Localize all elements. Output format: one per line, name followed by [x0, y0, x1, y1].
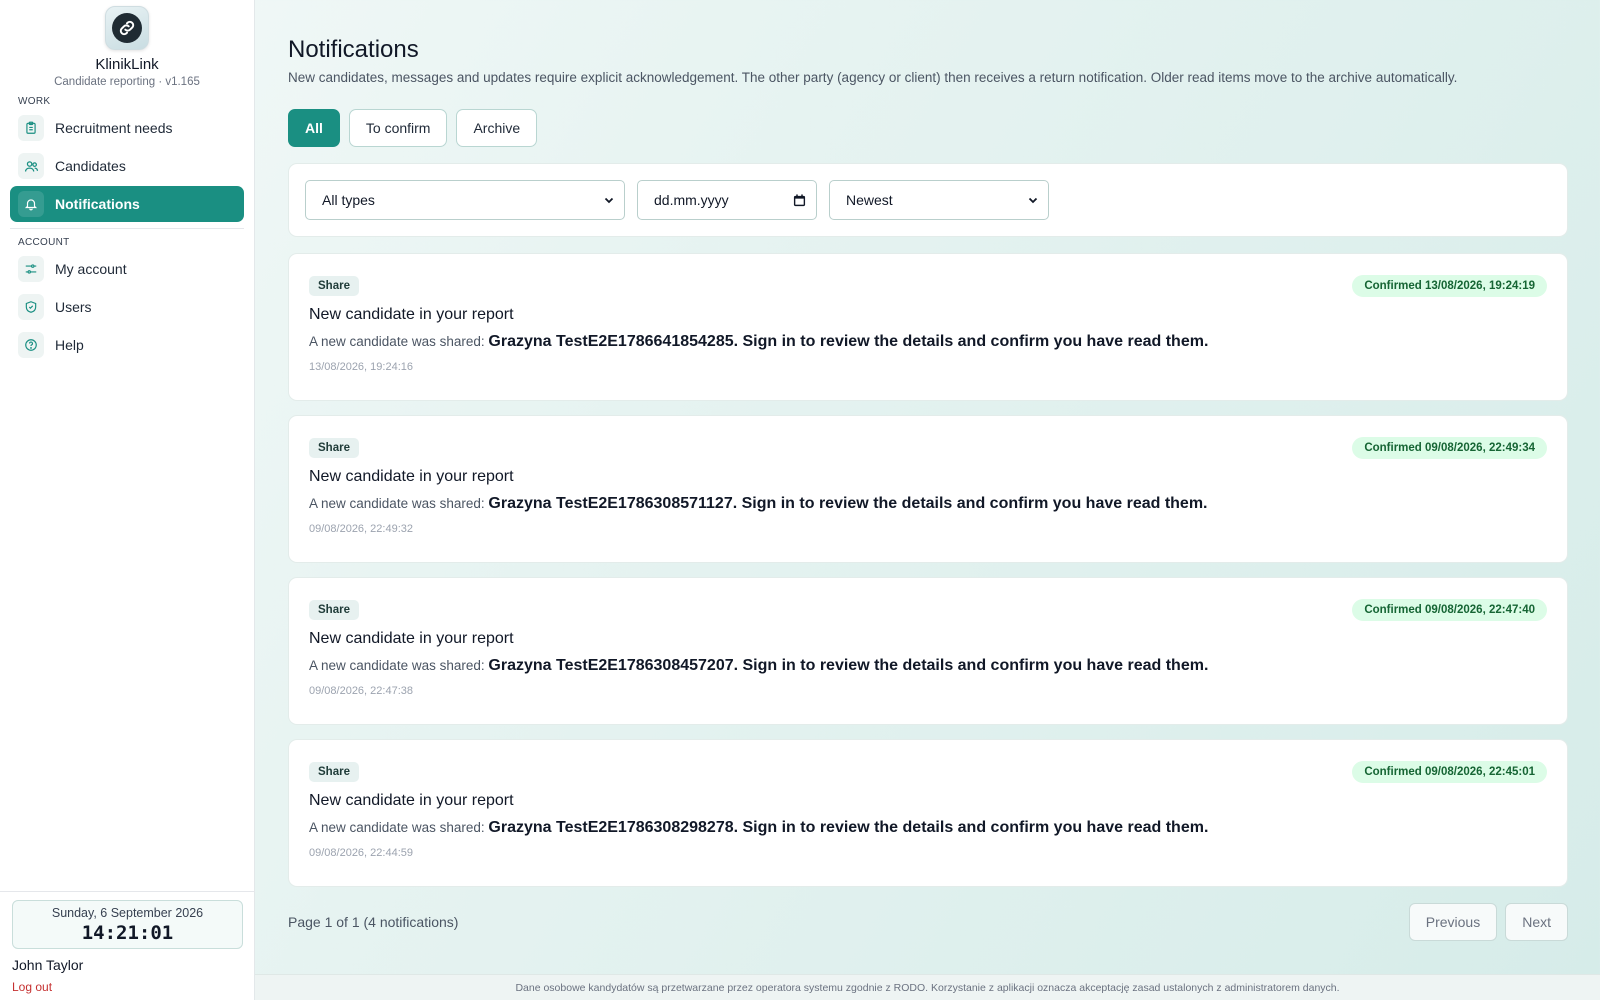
- brand: KlinikLink Candidate reporting · v1.165: [0, 0, 254, 88]
- type-badge: Share: [309, 276, 359, 296]
- notification-card[interactable]: Share Confirmed 09/08/2026, 22:45:01 New…: [288, 739, 1568, 887]
- notification-list: Share Confirmed 13/08/2026, 19:24:19 New…: [288, 253, 1568, 887]
- chevron-down-icon: [1028, 195, 1038, 205]
- notification-body: A new candidate was shared: Grazyna Test…: [309, 495, 1547, 513]
- sidebar-item-users[interactable]: Users: [10, 289, 244, 325]
- notification-prefix: A new candidate was shared:: [309, 658, 485, 673]
- sidebar-item-notifications[interactable]: Notifications: [10, 186, 244, 222]
- notification-body: A new candidate was shared: Grazyna Test…: [309, 657, 1547, 675]
- notification-time: 09/08/2026, 22:47:38: [309, 685, 413, 697]
- sidebar-footer: Sunday, 6 September 2026 14:21:01 John T…: [0, 891, 255, 1000]
- shield-icon: [18, 294, 44, 320]
- sidebar-item-label: Help: [55, 337, 84, 353]
- notification-message: Grazyna TestE2E1786308457207. Sign in to…: [488, 657, 1209, 674]
- status-badge: Confirmed 09/08/2026, 22:47:40: [1352, 599, 1547, 621]
- sort-select-value: Newest: [846, 192, 893, 208]
- user-name: John Taylor: [12, 957, 84, 973]
- section-label-work: WORK: [18, 96, 51, 107]
- date-input-placeholder: dd.mm.yyyy: [654, 192, 729, 208]
- sort-select[interactable]: Newest: [829, 180, 1049, 220]
- clock: Sunday, 6 September 2026 14:21:01: [12, 900, 243, 949]
- notification-title: New candidate in your report: [309, 792, 514, 809]
- notification-body: A new candidate was shared: Grazyna Test…: [309, 819, 1547, 837]
- tab-all[interactable]: All: [288, 109, 340, 147]
- notification-message: Grazyna TestE2E1786308571127. Sign in to…: [488, 495, 1208, 512]
- tab-archive[interactable]: Archive: [456, 109, 538, 147]
- pagination-info: Page 1 of 1 (4 notifications): [288, 914, 459, 930]
- pagination-buttons: Previous Next: [1408, 903, 1568, 941]
- clock-time: 14:21:01: [81, 922, 174, 944]
- filter-bar: All types dd.mm.yyyy Newest: [288, 163, 1568, 237]
- type-select[interactable]: All types: [305, 180, 625, 220]
- page-title: Notifications: [288, 36, 419, 63]
- chevron-down-icon: [604, 195, 614, 205]
- brand-name: KlinikLink: [95, 56, 159, 73]
- help-circle-icon: [18, 332, 44, 358]
- notification-message: Grazyna TestE2E1786308298278. Sign in to…: [488, 819, 1209, 836]
- notification-message: Grazyna TestE2E1786641854285. Sign in to…: [488, 333, 1209, 350]
- tab-to-confirm[interactable]: To confirm: [348, 109, 448, 147]
- type-badge: Share: [309, 600, 359, 620]
- notification-card[interactable]: Share Confirmed 13/08/2026, 19:24:19 New…: [288, 253, 1568, 401]
- sidebar-item-label: Candidates: [55, 158, 126, 174]
- notification-title: New candidate in your report: [309, 630, 514, 647]
- type-select-value: All types: [322, 192, 375, 208]
- divider: [10, 228, 244, 229]
- sidebar-item-label: Notifications: [55, 196, 140, 212]
- notification-prefix: A new candidate was shared:: [309, 820, 485, 835]
- notification-card[interactable]: Share Confirmed 09/08/2026, 22:49:34 New…: [288, 415, 1568, 563]
- clipboard-icon: [18, 115, 44, 141]
- sidebar-item-label: My account: [55, 261, 127, 277]
- sidebar-item-my-account[interactable]: My account: [10, 251, 244, 287]
- footer-notice: Dane osobowe kandydatów są przetwarzane …: [255, 974, 1600, 1000]
- type-badge: Share: [309, 438, 359, 458]
- previous-button[interactable]: Previous: [1408, 903, 1498, 941]
- sliders-icon: [18, 256, 44, 282]
- sidebar-item-help[interactable]: Help: [10, 327, 244, 363]
- link-logo-icon: [105, 6, 149, 50]
- users-icon: [18, 153, 44, 179]
- sidebar: KlinikLink Candidate reporting · v1.165 …: [0, 0, 255, 1000]
- status-badge: Confirmed 09/08/2026, 22:45:01: [1352, 761, 1547, 783]
- tab-bar: All To confirm Archive: [288, 109, 1568, 147]
- notification-time: 09/08/2026, 22:44:59: [309, 847, 413, 859]
- pagination: Page 1 of 1 (4 notifications) Previous N…: [288, 903, 1568, 941]
- calendar-icon[interactable]: [793, 193, 806, 207]
- sidebar-item-label: Users: [55, 299, 92, 315]
- brand-subtitle: Candidate reporting · v1.165: [54, 76, 200, 88]
- section-label-account: ACCOUNT: [18, 237, 70, 248]
- page-description: New candidates, messages and updates req…: [288, 70, 1458, 85]
- sidebar-item-candidates[interactable]: Candidates: [10, 148, 244, 184]
- sidebar-item-label: Recruitment needs: [55, 120, 173, 136]
- status-badge: Confirmed 09/08/2026, 22:49:34: [1352, 437, 1547, 459]
- notification-prefix: A new candidate was shared:: [309, 496, 485, 511]
- notification-body: A new candidate was shared: Grazyna Test…: [309, 333, 1547, 351]
- notification-time: 13/08/2026, 19:24:16: [309, 361, 413, 373]
- notification-time: 09/08/2026, 22:49:32: [309, 523, 413, 535]
- notification-prefix: A new candidate was shared:: [309, 334, 485, 349]
- notification-card[interactable]: Share Confirmed 09/08/2026, 22:47:40 New…: [288, 577, 1568, 725]
- notification-title: New candidate in your report: [309, 468, 514, 485]
- notification-title: New candidate in your report: [309, 306, 514, 323]
- status-badge: Confirmed 13/08/2026, 19:24:19: [1352, 275, 1547, 297]
- logout-link[interactable]: Log out: [12, 980, 243, 994]
- clock-date: Sunday, 6 September 2026: [51, 906, 204, 920]
- next-button[interactable]: Next: [1505, 903, 1568, 941]
- main-content: Notifications New candidates, messages a…: [288, 0, 1568, 941]
- bell-icon: [18, 191, 44, 217]
- type-badge: Share: [309, 762, 359, 782]
- date-input[interactable]: dd.mm.yyyy: [637, 180, 817, 220]
- sidebar-item-recruitment-needs[interactable]: Recruitment needs: [10, 110, 244, 146]
